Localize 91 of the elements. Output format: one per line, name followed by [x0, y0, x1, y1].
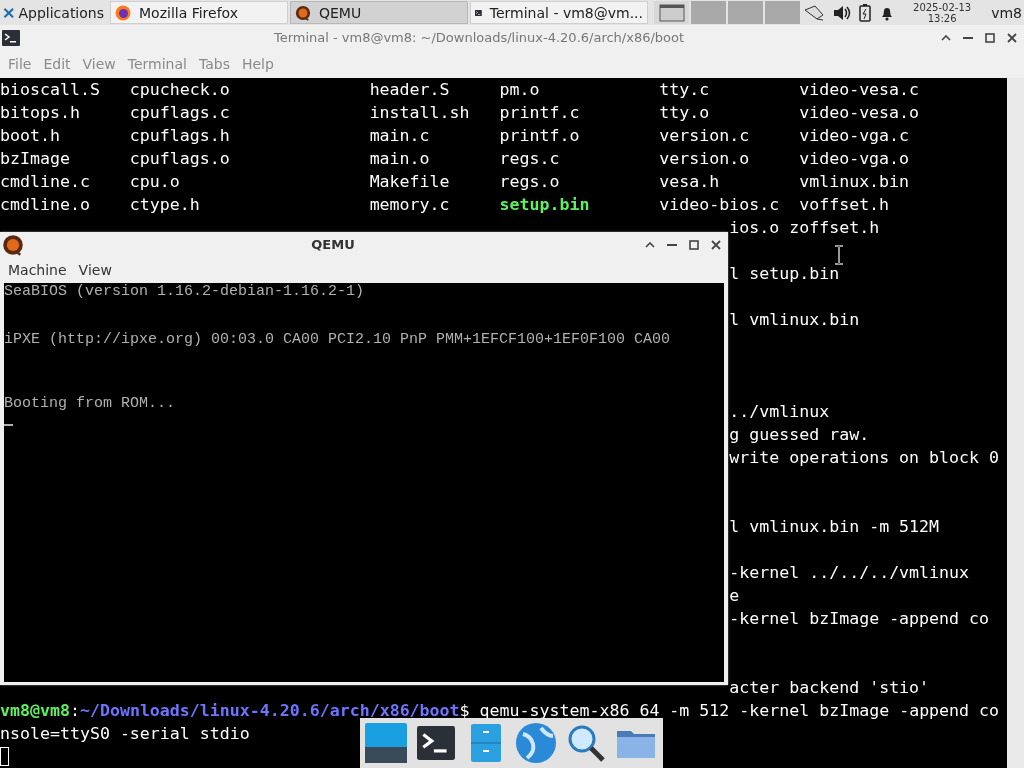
menu-item[interactable]: View: [74, 262, 120, 278]
file-name: main.c: [369, 125, 430, 147]
file-name: video-bios.c: [659, 194, 780, 216]
terminal-output: write operations on block 0: [729, 448, 1000, 467]
clock[interactable]: 2025-02-13 13:26: [913, 1, 972, 24]
terminal-output: l vmlinux.bin: [729, 310, 860, 329]
file-name: video-vga.o: [799, 148, 910, 170]
file-name: cpucheck.o: [129, 79, 230, 101]
qemu-icon: [295, 4, 311, 21]
close-icon: [1007, 32, 1017, 43]
user-name[interactable]: vm8: [991, 4, 1022, 21]
globe-icon: [515, 722, 557, 764]
boot-message: SeaBIOS (version 1.16.2-debian-1.16.2-1): [4, 283, 365, 300]
minimize-icon: [963, 36, 973, 39]
terminal-output: ios.o zoffset.h: [729, 218, 880, 237]
file-name: header.S: [369, 79, 450, 101]
file-name: cpuflags.c: [129, 102, 230, 124]
file-name: pm.o: [499, 79, 540, 101]
text-cursor: [0, 747, 9, 766]
date-text: 2025-02-13: [913, 1, 972, 13]
file-name: Makefile: [369, 171, 450, 193]
desktop-icon: [365, 723, 407, 763]
taskbar-button[interactable]: Mozilla Firefox: [110, 1, 288, 24]
close-icon: [711, 239, 721, 250]
network-icon[interactable]: [803, 4, 826, 21]
taskbar-button[interactable]: QEMU: [290, 1, 468, 24]
boot-message: iPXE (http://ipxe.org) 00:03.0 CA00 PCI2.10 PnP PMM+1EFCF100+1EF0F100 CA00: [4, 331, 671, 348]
file-name: cmdline.c: [0, 171, 90, 193]
file-name: setup.bin: [499, 194, 590, 216]
maximize-icon: [985, 32, 995, 43]
browser-icon: [115, 4, 131, 21]
file-name: cmdline.o: [0, 194, 90, 216]
text-cursor: [4, 424, 13, 426]
terminal-output: nsole=ttyS0 -serial stdio: [0, 724, 250, 743]
file-name: bioscall.S: [0, 79, 100, 101]
scrollbar[interactable]: [1007, 78, 1024, 768]
file-name: printf.o: [499, 125, 580, 147]
vm-screen[interactable]: SeaBIOS (version 1.16.2-debian-1.16.2-1) iPXE (http://ipxe.org) 00:03.0 CA00 PCI2.10 PnP PMM+1EFCF100+1EF0F100 CA00 Booting from ROM...: [4, 283, 724, 682]
window-title: QEMU: [310, 237, 356, 252]
workspace-button[interactable]: [654, 1, 689, 24]
terminal-output: -kernel bzImage -append co: [729, 609, 990, 628]
command-line: vm8@vm8:~/Downloads/linux-4.20.6/arch/x86/boot$ qemu-system-x86_64 -m 512 -kernel bzImage -append co: [0, 701, 1000, 720]
file-name: version.c: [659, 125, 750, 147]
terminal-icon: [2, 28, 20, 47]
file-name: cpu.o: [129, 171, 180, 193]
terminal-output: acter backend 'stio': [729, 678, 930, 697]
terminal-output: g guessed raw.: [729, 425, 870, 444]
file-name: boot.h: [0, 125, 60, 147]
terminal-output: l vmlinux.bin -m 512M: [729, 517, 940, 536]
file-name: vmlinux.bin: [799, 171, 910, 193]
dock-button[interactable]: [364, 721, 408, 765]
file-name: video-vesa.c: [799, 79, 920, 101]
terminal-icon: [417, 724, 455, 762]
battery-icon[interactable]: [859, 3, 872, 22]
file-name: regs.c: [499, 148, 560, 170]
maximize-icon: [689, 239, 699, 250]
file-name: printf.c: [499, 102, 580, 124]
caret-icon: [645, 241, 655, 248]
file-name: install.sh: [369, 102, 470, 124]
volume-icon[interactable]: [833, 4, 852, 21]
file-name: bzImage: [0, 148, 70, 170]
terminal-output: ../vmlinux: [729, 402, 830, 421]
file-name: version.o: [659, 148, 750, 170]
file-name: regs.o: [499, 171, 560, 193]
text-select-pointer-icon: [834, 245, 844, 265]
file-cabinet-icon: [471, 724, 501, 762]
file-name: cpuflags.o: [129, 148, 230, 170]
terminal-output: e: [729, 586, 740, 605]
boot-message: Booting from ROM...: [4, 395, 176, 412]
window-icon: [658, 3, 685, 22]
file-name: video-vesa.o: [799, 102, 920, 124]
file-name: tty.c: [659, 79, 710, 101]
file-name: bitops.h: [0, 102, 80, 124]
file-name: cpuflags.h: [129, 125, 230, 147]
taskbar-button[interactable]: Terminal - vm8@vm...: [470, 1, 648, 24]
search-icon: [567, 724, 605, 762]
file-name: video-vga.c: [799, 125, 910, 147]
caret-icon: [941, 34, 951, 41]
file-name: ctype.h: [129, 194, 200, 216]
file-name: vesa.h: [659, 171, 720, 193]
file-name: voffset.h: [799, 194, 890, 216]
file-name: memory.c: [369, 194, 450, 216]
menu-item[interactable]: Machine: [4, 262, 75, 278]
minimize-icon: [667, 243, 677, 246]
terminal-output: l setup.bin: [729, 264, 840, 283]
qemu-icon: [2, 233, 24, 256]
file-name: main.o: [369, 148, 430, 170]
time-text: 13:26: [927, 12, 957, 24]
terminal-output: -kernel ../../../vmlinux: [729, 563, 970, 582]
window-title: Terminal - vm8@vm8: ~/Downloads/linux-4.20.6/arch/x86/boot: [272, 30, 686, 45]
file-name: tty.o: [659, 102, 710, 124]
